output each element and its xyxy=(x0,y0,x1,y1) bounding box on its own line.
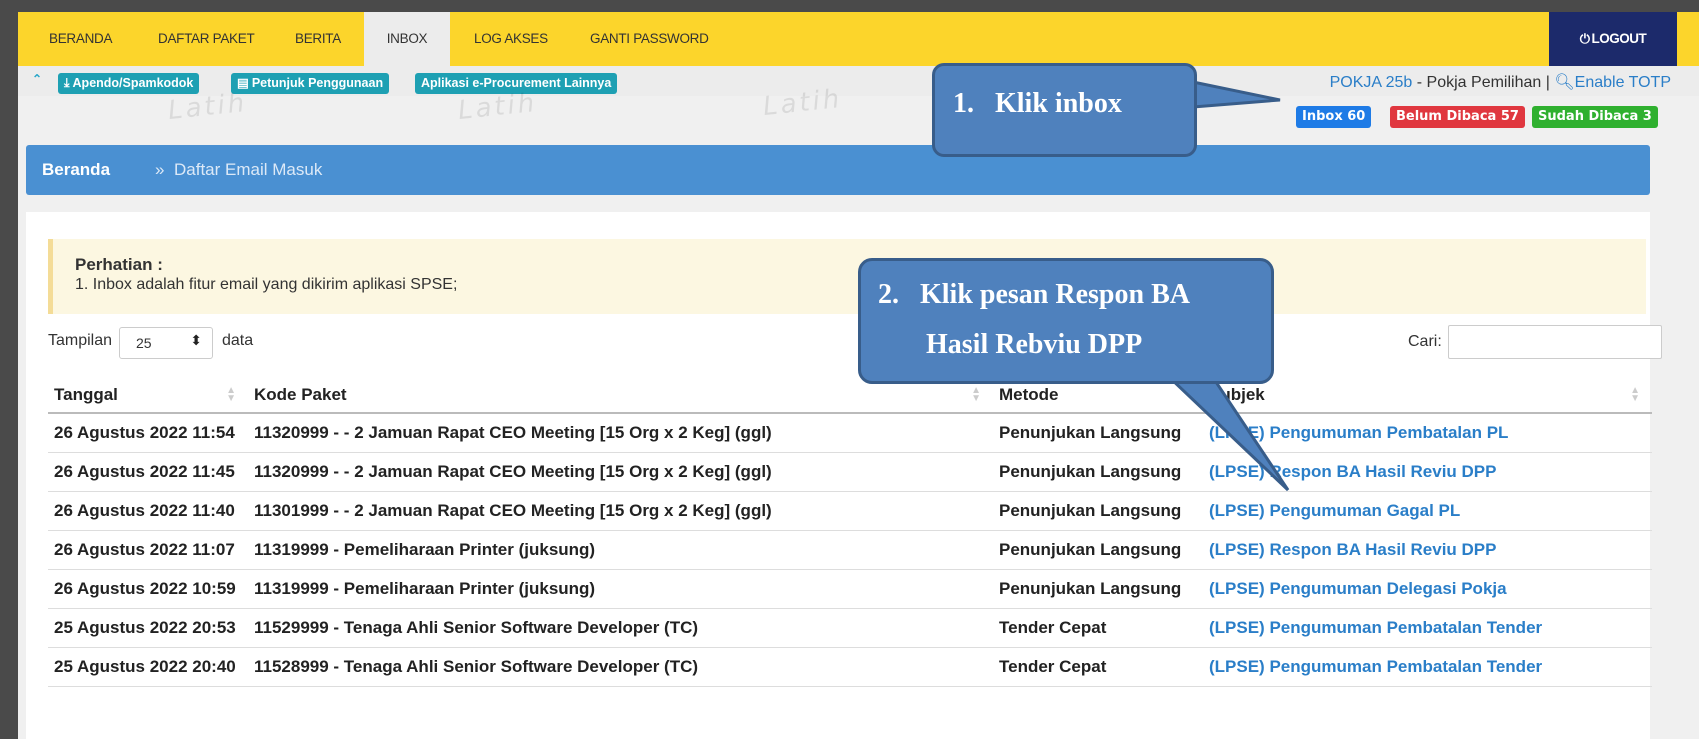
callout-two-pointer xyxy=(1164,374,1290,492)
callout-two-line1: 2. Klik pesan Respon BA xyxy=(878,279,1190,310)
callout-two: 2. Klik pesan Respon BA Hasil Rebviu DPP xyxy=(858,258,1274,384)
window-frame: BERANDA DAFTAR PAKET BERITA INBOX LOG AK… xyxy=(0,0,1699,739)
callout-one-text: 1. Klik inbox xyxy=(953,88,1122,119)
callout-one-pointer xyxy=(1191,80,1281,109)
callout-one: 1. Klik inbox xyxy=(932,63,1197,157)
callout-two-line2: Hasil Rebviu DPP xyxy=(926,329,1143,360)
browser-viewport: BERANDA DAFTAR PAKET BERITA INBOX LOG AK… xyxy=(18,12,1699,739)
